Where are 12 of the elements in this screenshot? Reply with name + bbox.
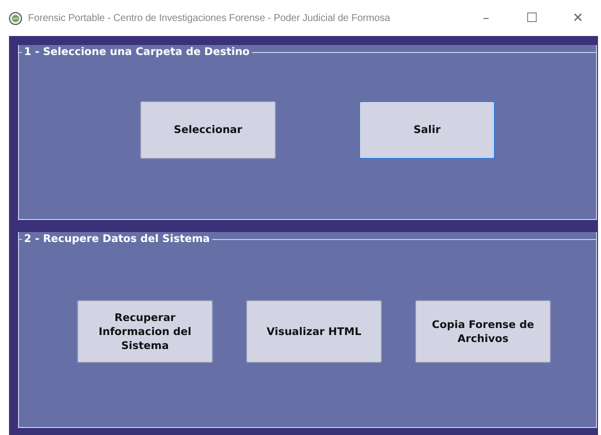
action-button[interactable]: Recuperar Informacion del Sistema (77, 300, 213, 363)
action-button[interactable]: Copia Forense de Archivos (415, 300, 551, 363)
group-title: 1 - Seleccione una Carpeta de Destino (22, 45, 252, 59)
group-title: 2 - Recupere Datos del Sistema (22, 232, 212, 246)
action-button[interactable]: Visualizar HTML (246, 300, 382, 363)
action-button[interactable]: Seleccionar (140, 101, 276, 159)
maximize-button[interactable]: ☐ (509, 3, 555, 33)
close-button[interactable]: ✕ (555, 3, 601, 33)
app-logo-icon (9, 12, 22, 24)
action-button[interactable]: Salir (359, 101, 495, 159)
window-title: Forensic Portable - Centro de Investigaciones Forense - Poder Judicial de Formosa (28, 12, 390, 24)
minimize-button[interactable]: – (463, 3, 509, 33)
